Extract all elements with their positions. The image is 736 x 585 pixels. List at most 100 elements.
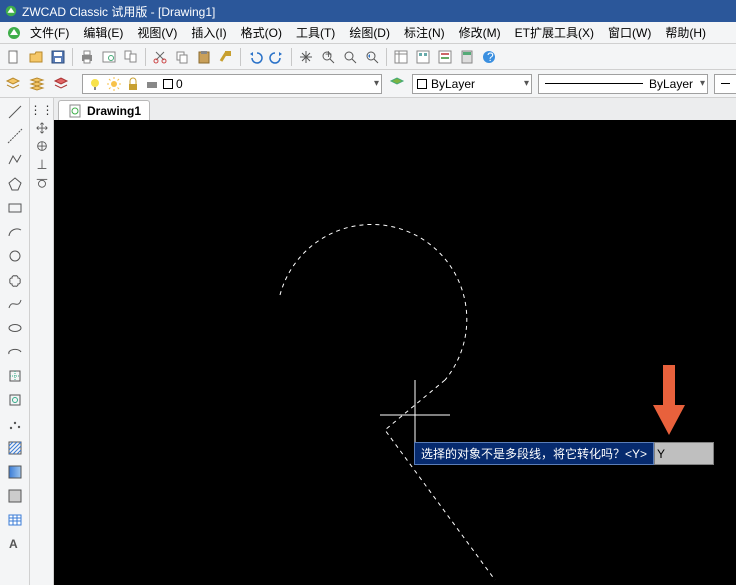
bulb-icon [87,76,103,92]
undo-button[interactable] [245,47,265,67]
polyline-tool[interactable] [5,150,25,170]
titlebar: ZWCAD Classic 试用版 - [Drawing1] [0,0,736,22]
revcloud-tool[interactable] [5,270,25,290]
menu-dim[interactable]: 标注(N) [398,22,451,43]
copy-icon [174,49,190,65]
layer-tool-icon [389,76,405,92]
preview-button[interactable] [99,47,119,67]
props-button[interactable] [391,47,411,67]
save-button[interactable] [48,47,68,67]
pan-button[interactable] [296,47,316,67]
redo-icon [269,49,285,65]
save-icon [50,49,66,65]
drawing-canvas[interactable]: 选择的对象不是多段线，将它转化吗？<Y> [54,120,736,585]
title-text: ZWCAD Classic 试用版 - [Drawing1] [22,3,215,20]
annotation-arrow-icon [649,365,689,435]
aux-center-icon[interactable] [34,138,50,154]
make-block-tool[interactable] [5,390,25,410]
gradient-tool[interactable] [5,462,25,482]
menu-modify[interactable]: 修改(M) [453,22,507,43]
redo-button[interactable] [267,47,287,67]
calc-button[interactable] [457,47,477,67]
layer-dropdown[interactable]: 0 [82,74,382,94]
prompt-input[interactable] [654,442,714,465]
menu-window[interactable]: 窗口(W) [602,22,657,43]
layer-helper-button[interactable] [388,74,406,94]
open-icon [28,49,44,65]
menu-edit[interactable]: 编辑(E) [77,22,129,43]
open-button[interactable] [26,47,46,67]
insert-block-tool[interactable] [5,366,25,386]
menu-insert[interactable]: 插入(I) [185,22,232,43]
menu-tools[interactable]: 工具(T) [290,22,341,43]
lineweight-dropdown[interactable]: By [714,74,736,94]
constr-line-tool[interactable] [5,126,25,146]
svg-text:+: + [325,49,332,61]
mtext-tool[interactable]: A [5,534,25,554]
revcloud-icon [7,272,23,288]
point-tool[interactable] [5,414,25,434]
dc-button[interactable] [413,47,433,67]
plot-icon [144,76,160,92]
line-sample-icon [545,83,643,84]
aux-handle[interactable]: ⋮⋮ [34,102,50,118]
menu-draw[interactable]: 绘图(D) [343,22,396,43]
layer-prev-button[interactable] [28,74,46,94]
table-tool[interactable] [5,510,25,530]
linetype-dropdown[interactable]: ByLayer [538,74,708,94]
rectangle-tool[interactable] [5,198,25,218]
arc-tool[interactable] [5,222,25,242]
circle-tool[interactable] [5,246,25,266]
menu-view[interactable]: 视图(V) [131,22,183,43]
line-icon [7,104,23,120]
design-center-icon [415,49,431,65]
menu-et[interactable]: ET扩展工具(X) [509,22,600,43]
ellipse-tool[interactable] [5,318,25,338]
aux-tan-icon[interactable] [34,174,50,190]
undo-icon [247,49,263,65]
line-tool[interactable] [5,102,25,122]
text-icon: A [7,536,23,552]
zoom-rt-button[interactable]: + [318,47,338,67]
print-button[interactable] [77,47,97,67]
doc-tabs: Drawing1 [54,98,736,120]
match-icon [218,49,234,65]
layer-name: 0 [176,77,183,91]
help-button[interactable]: ? [479,47,499,67]
menubar: 文件(F) 编辑(E) 视图(V) 插入(I) 格式(O) 工具(T) 绘图(D… [0,22,736,44]
new-button[interactable] [4,47,24,67]
lineweight-sample-icon [721,83,730,84]
zoom-prev-button[interactable] [362,47,382,67]
aux-move-icon[interactable] [34,120,50,136]
layer-manager-button[interactable] [4,74,22,94]
aux-perp-icon[interactable] [34,156,50,172]
spline-tool[interactable] [5,294,25,314]
menu-format[interactable]: 格式(O) [235,22,288,43]
layer-state-button[interactable] [52,74,70,94]
hatch-tool[interactable] [5,438,25,458]
publish-button[interactable] [121,47,141,67]
circle-icon [7,248,23,264]
svg-text:A: A [9,537,18,551]
cut-button[interactable] [150,47,170,67]
zoom-win-icon [342,49,358,65]
polygon-tool[interactable] [5,174,25,194]
ellipse-arc-tool[interactable] [5,342,25,362]
menu-file[interactable]: 文件(F) [24,22,75,43]
match-button[interactable] [216,47,236,67]
color-dropdown[interactable]: ByLayer [412,74,532,94]
ellipse-arc-icon [7,344,23,360]
region-tool[interactable] [5,486,25,506]
cut-icon [152,49,168,65]
zoom-win-button[interactable] [340,47,360,67]
paste-button[interactable] [194,47,214,67]
gradient-icon [7,464,23,480]
doc-tab-label: Drawing1 [87,104,141,118]
doc-tab-drawing1[interactable]: Drawing1 [58,100,150,120]
copy-button[interactable] [172,47,192,67]
app-menu-icon[interactable] [6,25,22,41]
polygon-icon [7,176,23,192]
menu-help[interactable]: 帮助(H) [659,22,712,43]
region-icon [7,488,23,504]
tp-button[interactable] [435,47,455,67]
